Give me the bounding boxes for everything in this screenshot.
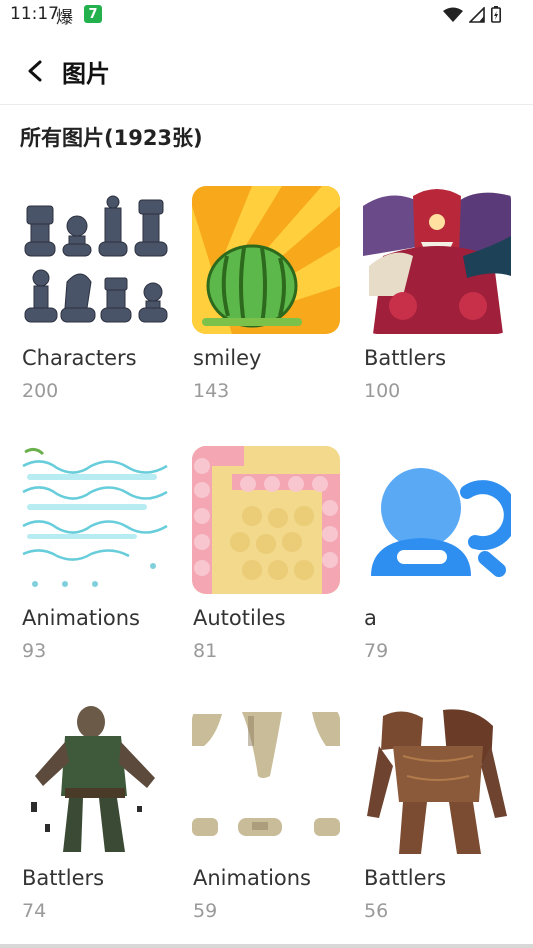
album-name: Battlers (364, 866, 447, 890)
album-name: Autotiles (193, 606, 286, 630)
album-name: Battlers (364, 346, 447, 370)
demon-thumb (363, 186, 511, 334)
album-name: Characters (22, 346, 137, 370)
album-count: 81 (193, 640, 218, 662)
album-item[interactable]: Characters 200 (21, 186, 171, 402)
album-count: 100 (364, 380, 401, 402)
album-count: 79 (364, 640, 389, 662)
album-item[interactable]: Autotiles 81 (192, 446, 342, 662)
cake-tile-thumb (192, 446, 340, 594)
status-bar: 11:17 爆 7 (0, 0, 533, 30)
album-count: 74 (22, 900, 47, 922)
album-item[interactable]: Battlers 56 (363, 706, 513, 922)
user-group-thumb (363, 446, 511, 594)
bone-effects-thumb (192, 706, 340, 854)
album-item[interactable]: Animations 93 (21, 446, 171, 662)
album-count: 143 (193, 380, 230, 402)
watermelon-thumb (192, 186, 340, 334)
status-time: 11:17 (10, 4, 59, 24)
top-app-bar: 图片 (0, 40, 533, 105)
status-notification-char: 爆 (56, 8, 73, 28)
album-count: 200 (22, 380, 59, 402)
wifi-icon (443, 7, 463, 22)
navigation-bar-edge (0, 944, 533, 948)
album-item[interactable]: Animations 59 (192, 706, 342, 922)
album-name: Battlers (22, 866, 105, 890)
back-arrow-icon[interactable] (22, 54, 50, 88)
album-count: 56 (364, 900, 389, 922)
ghoul-thumb (363, 706, 511, 854)
album-name: a (364, 606, 377, 630)
album-name: Animations (22, 606, 141, 630)
album-name: Animations (193, 866, 312, 890)
album-item[interactable]: smiley 143 (192, 186, 342, 402)
zombie-thumb (21, 706, 169, 854)
album-count: 93 (22, 640, 47, 662)
signal-icon (469, 6, 485, 23)
album-name: smiley (193, 346, 262, 370)
chess-pieces-thumb (21, 186, 169, 334)
battery-icon (491, 6, 501, 23)
album-item[interactable]: Battlers 74 (21, 706, 171, 922)
page-title: 图片 (62, 60, 110, 88)
album-item[interactable]: Battlers 100 (363, 186, 513, 402)
album-item[interactable]: a 79 (363, 446, 513, 662)
album-count: 59 (193, 900, 218, 922)
status-right-icons (443, 6, 501, 23)
section-title: 所有图片(1923张) (20, 126, 203, 150)
wave-effects-thumb (21, 446, 169, 594)
status-app-badge: 7 (84, 5, 102, 23)
